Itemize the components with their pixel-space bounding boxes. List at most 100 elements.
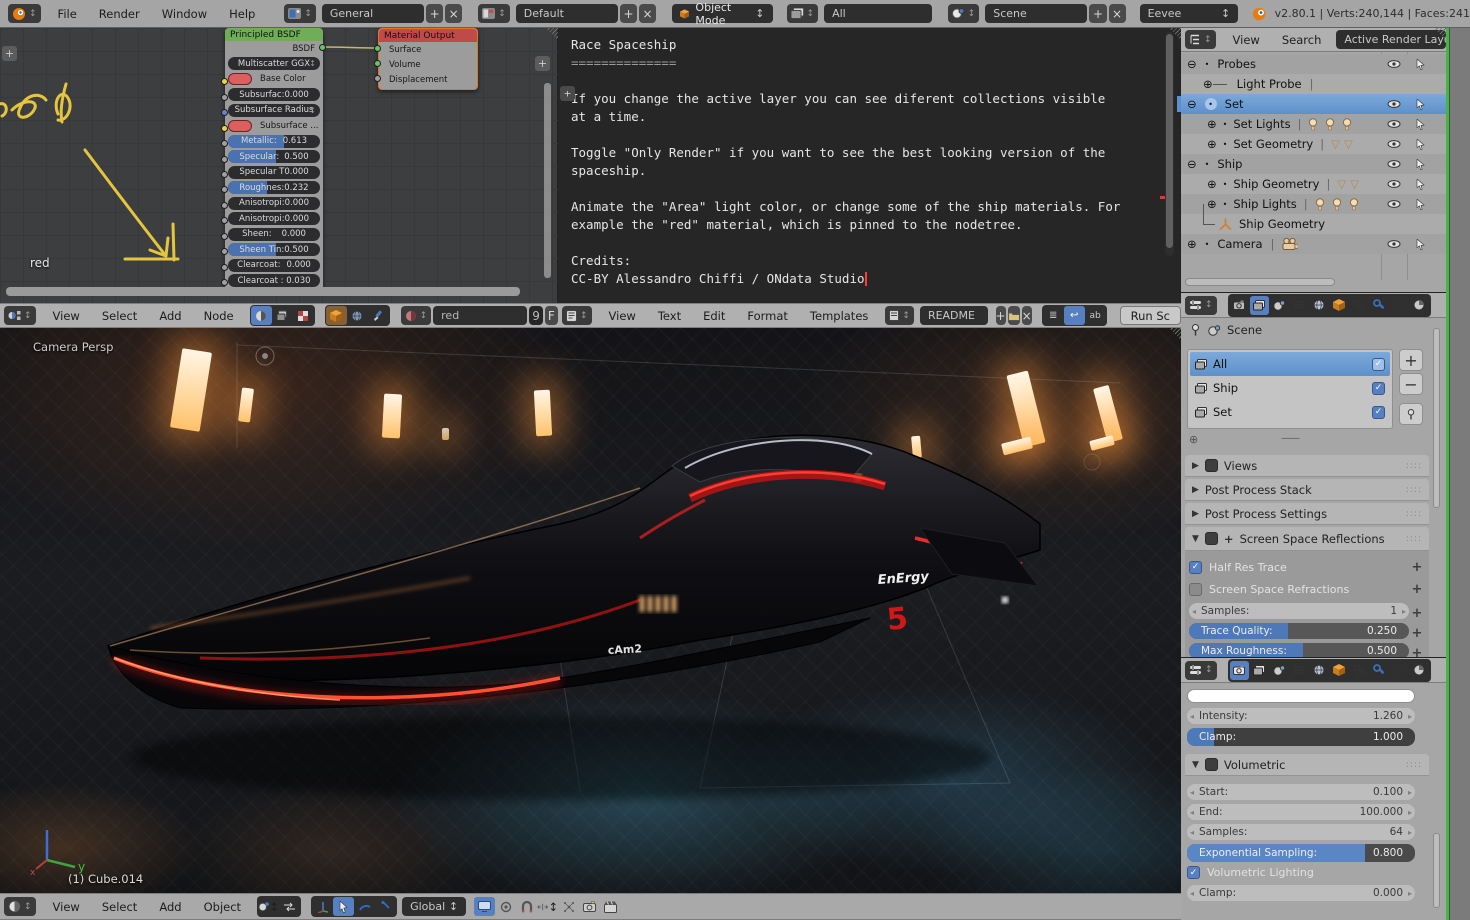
render-preview-button[interactable] bbox=[579, 897, 600, 916]
animate-button[interactable]: + bbox=[1409, 559, 1425, 575]
tab-world[interactable] bbox=[1310, 661, 1329, 680]
node-canvas[interactable]: Principled BSDF BSDF Multiscatter GGX ↕ … bbox=[0, 28, 558, 303]
outliner-row-set[interactable]: ⊖ • Set bbox=[1181, 94, 1446, 114]
menu-view[interactable]: View bbox=[598, 309, 647, 323]
overlays-button[interactable] bbox=[558, 897, 579, 916]
text-browse-button[interactable]: ↕ bbox=[885, 306, 914, 325]
pivot-point-button[interactable] bbox=[474, 897, 495, 916]
text-editor-body[interactable]: Race Spaceship ============== If you cha… bbox=[558, 28, 1181, 303]
panel-views[interactable]: ▶ Views :::: bbox=[1185, 455, 1429, 477]
decrement-icon[interactable]: ◂ bbox=[1190, 889, 1194, 898]
syntax-highlight-toggle[interactable]: ab bbox=[1085, 306, 1106, 325]
socket[interactable] bbox=[221, 94, 228, 101]
rotate-tool-button[interactable] bbox=[354, 897, 375, 916]
socket[interactable] bbox=[221, 248, 228, 255]
workspace-name-field[interactable]: General bbox=[322, 4, 424, 23]
menu-add[interactable]: Add bbox=[148, 900, 192, 914]
run-script-button[interactable]: Run Sc bbox=[1120, 306, 1181, 325]
layer-item-all[interactable]: All ✓ bbox=[1190, 352, 1390, 376]
panel-expand-icon[interactable]: ▼ bbox=[1192, 534, 1199, 544]
row-label[interactable]: Set Lights bbox=[1233, 117, 1290, 131]
selectable-toggle[interactable] bbox=[1407, 119, 1433, 130]
increment-icon[interactable]: ▸ bbox=[1408, 712, 1412, 721]
menu-search[interactable]: Search bbox=[1271, 33, 1333, 47]
panel-ssr[interactable]: ▼ + Screen Space Reflections :::: bbox=[1185, 527, 1429, 551]
expand-icon[interactable]: ⊕ bbox=[1203, 77, 1213, 91]
metallic-slider[interactable]: Metallic:0.613 bbox=[228, 135, 320, 148]
editor-type-button[interactable]: ↕ bbox=[1185, 30, 1216, 49]
tab-scene[interactable] bbox=[1270, 661, 1289, 680]
scene-icon-button[interactable]: ↕ bbox=[948, 4, 980, 23]
roughness-slider[interactable]: Roughnes:0.232 bbox=[228, 181, 320, 194]
tab-constraints[interactable] bbox=[1350, 661, 1369, 680]
annotate-tool-button[interactable] bbox=[375, 897, 396, 916]
socket[interactable] bbox=[221, 109, 228, 116]
selectable-toggle[interactable] bbox=[1407, 139, 1433, 150]
selectable-toggle[interactable] bbox=[1407, 159, 1433, 170]
menu-window[interactable]: Window bbox=[151, 7, 218, 21]
outliner-row-set-lights[interactable]: ⊕ • Set Lights | bbox=[1181, 114, 1446, 134]
editor-type-button[interactable]: ↕ bbox=[562, 306, 592, 325]
decrement-icon[interactable]: ◂ bbox=[1190, 712, 1194, 721]
collapsed-region-strip[interactable] bbox=[1449, 28, 1470, 920]
hide-toggle[interactable] bbox=[1381, 180, 1407, 188]
socket[interactable] bbox=[221, 78, 228, 85]
outliner-row-set-geometry[interactable]: ⊕ • Set Geometry | ▽▽ bbox=[1181, 134, 1446, 154]
text-name-field[interactable]: README bbox=[920, 306, 988, 325]
socket[interactable] bbox=[221, 186, 228, 193]
menu-object[interactable]: Object bbox=[193, 900, 252, 914]
display-mode-dropdown[interactable]: Active Render Layer bbox=[1336, 30, 1446, 49]
menu-edit[interactable]: Edit bbox=[692, 309, 736, 323]
menu-view[interactable]: View bbox=[1222, 33, 1271, 47]
editor-type-button[interactable]: ↕ bbox=[4, 306, 36, 325]
workspace-add-button[interactable]: + bbox=[426, 4, 443, 23]
brush-context-button[interactable] bbox=[368, 306, 389, 325]
scene-name-field[interactable]: Scene bbox=[985, 4, 1087, 23]
render-animation-button[interactable] bbox=[600, 897, 621, 916]
tab-modifiers[interactable] bbox=[1370, 661, 1389, 680]
socket[interactable] bbox=[221, 125, 228, 132]
expand-icon[interactable]: ⊕ bbox=[1187, 237, 1197, 251]
outliner-row-ship-geometry[interactable]: ⊕ • Ship Geometry | ▽▽ bbox=[1181, 174, 1446, 194]
panel-volumetric[interactable]: ▼ Volumetric :::: bbox=[1185, 754, 1429, 776]
row-label[interactable]: Ship Lights bbox=[1233, 197, 1296, 211]
tab-constraints[interactable] bbox=[1350, 296, 1369, 315]
menu-file[interactable]: File bbox=[47, 7, 88, 21]
row-label[interactable]: Light Probe bbox=[1237, 77, 1302, 91]
tab-view-layer[interactable] bbox=[1250, 661, 1269, 680]
decrement-icon[interactable]: ◂ bbox=[1192, 607, 1196, 616]
mode-transfer-button[interactable] bbox=[279, 897, 300, 916]
expand-icon[interactable]: ⊕ bbox=[1207, 177, 1217, 191]
world-shader-tab[interactable] bbox=[272, 306, 293, 325]
exponential-sampling-slider[interactable]: Exponential Sampling: 0.800 bbox=[1187, 844, 1415, 862]
hide-toggle[interactable] bbox=[1381, 140, 1407, 148]
anisotropic-rotation-slider[interactable]: Anisotropi:0.000 bbox=[228, 212, 320, 225]
trace-quality-slider[interactable]: Trace Quality: 0.250 bbox=[1189, 623, 1409, 639]
increment-icon[interactable]: ▸ bbox=[1408, 808, 1412, 817]
object-shader-tab[interactable] bbox=[251, 306, 272, 325]
scrollbar-track[interactable] bbox=[1165, 32, 1174, 256]
material-users-button[interactable]: 9 bbox=[529, 306, 542, 325]
distribution-dropdown[interactable]: Multiscatter GGX ↕ bbox=[228, 57, 320, 70]
selectable-toggle[interactable] bbox=[1407, 59, 1433, 70]
list-resize-handle[interactable]: —— bbox=[1281, 433, 1299, 444]
base-color-swatch[interactable] bbox=[228, 73, 252, 85]
layout-icon-button[interactable]: ↕ bbox=[478, 4, 510, 23]
displacement-input-socket[interactable] bbox=[374, 75, 381, 82]
refractions-checkbox[interactable] bbox=[1189, 583, 1202, 596]
material-browse-button[interactable]: ↕ bbox=[401, 306, 432, 325]
menu-help[interactable]: Help bbox=[218, 7, 266, 21]
panel-checkbox[interactable] bbox=[1205, 532, 1218, 545]
expand-icon[interactable]: ⊕ bbox=[1207, 117, 1217, 131]
orientation-dropdown[interactable]: Global ↕ bbox=[402, 897, 466, 916]
expand-region-button[interactable]: + bbox=[2, 46, 17, 61]
increment-icon[interactable]: ▸ bbox=[1408, 889, 1412, 898]
h-scrollbar[interactable] bbox=[1185, 278, 1335, 286]
socket[interactable] bbox=[221, 202, 228, 209]
menu-templates[interactable]: Templates bbox=[799, 309, 879, 323]
select-mode-button[interactable]: ↕ bbox=[258, 897, 279, 916]
pin-icon[interactable] bbox=[1190, 324, 1201, 336]
base-color-row[interactable]: Base Color bbox=[228, 73, 320, 86]
socket[interactable] bbox=[221, 171, 228, 178]
blender-menu-button[interactable]: ↕ bbox=[8, 4, 41, 23]
